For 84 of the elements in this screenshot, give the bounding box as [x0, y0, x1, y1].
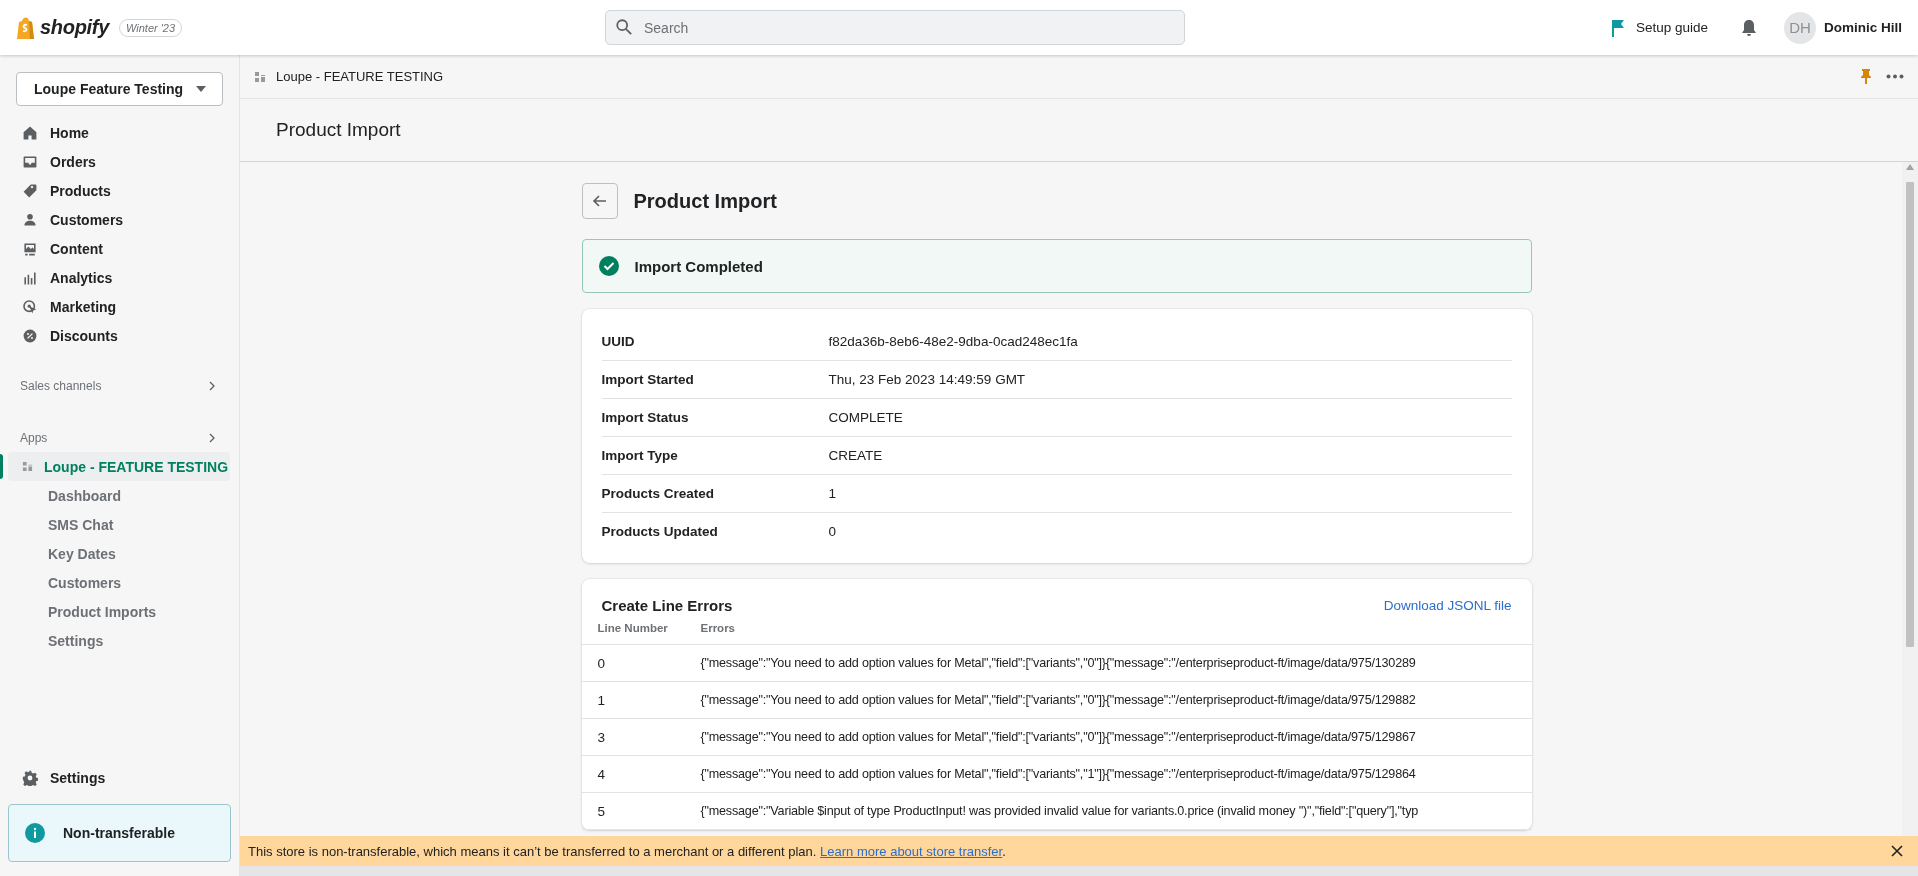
app-subnav-item[interactable]: SMS Chat: [0, 510, 239, 539]
back-arrow-icon: [591, 193, 608, 209]
nav-item[interactable]: Customers: [0, 205, 239, 234]
error-message: {"message":"You need to add option values for Metal","field":["variants","1"]}{"message":"/enterpriseproduct-ft/image/data/975/129864: [700, 767, 1416, 781]
nav-item[interactable]: Marketing: [0, 292, 239, 321]
line-number: 4: [597, 766, 606, 782]
detail-label: Products Created: [601, 486, 716, 501]
nav-item[interactable]: Orders: [0, 147, 239, 176]
bar-chart-icon: [22, 269, 38, 286]
detail-value: f82da36b-8eb6-48e2-9dba-0cad248ec1fa: [828, 334, 1078, 349]
detail-label: Import Type: [601, 448, 679, 463]
line-number: 5: [597, 803, 606, 819]
nav-item[interactable]: Content: [0, 234, 239, 263]
detail-value: 1: [828, 486, 836, 501]
caret-icon: [196, 86, 206, 92]
nav-item[interactable]: Analytics: [0, 263, 239, 292]
error-message: {"message":"You need to add option values for Metal","field":["variants","0"]}{"message":"/enterpriseproduct-ft/image/data/975/129882: [700, 693, 1416, 707]
detail-label: Import Status: [601, 410, 690, 425]
detail-value: CREATE: [828, 448, 883, 463]
notification-bell-icon[interactable]: [1740, 18, 1758, 37]
horizontal-scrollbar[interactable]: [240, 866, 1918, 876]
column-header: Errors: [700, 622, 736, 634]
success-banner: Import Completed: [581, 239, 1532, 293]
target-icon: [22, 298, 38, 315]
app-subnav-item[interactable]: Key Dates: [0, 539, 239, 568]
nav-item[interactable]: Products: [0, 176, 239, 205]
pin-icon[interactable]: [1860, 69, 1872, 84]
home-icon: [22, 124, 38, 141]
shopping-bag-icon: [16, 15, 36, 40]
nav-item[interactable]: Discounts: [0, 321, 239, 350]
info-icon: [25, 823, 45, 843]
brand-name: shopify: [40, 16, 109, 39]
app-title: Loupe - FEATURE TESTING: [276, 69, 444, 84]
sales-channels-heading[interactable]: Sales channels: [20, 378, 102, 393]
settings-nav-item[interactable]: Settings: [0, 763, 239, 792]
store-selector[interactable]: Loupe Feature Testing: [16, 72, 223, 106]
line-number: 0: [597, 655, 606, 671]
download-link[interactable]: Download JSONL file: [1383, 598, 1512, 613]
store-transfer-link[interactable]: Learn more about store transfer: [820, 843, 1003, 859]
line-number: 1: [597, 692, 606, 708]
notice-text: This store is non-transferable, which means it can’t be transferred to a merchant or a different plan. Learn more about store transfer.: [248, 843, 1006, 859]
detail-label: Import Started: [601, 372, 695, 387]
check-circle-icon: [598, 256, 619, 276]
detail-value: Thu, 23 Feb 2023 14:49:59 GMT: [828, 372, 1026, 387]
error-message: {"message":"You need to add option values for Metal","field":["variants","0"]}{"message":"/enterpriseproduct-ft/image/data/975/130289: [700, 656, 1416, 670]
detail-value: COMPLETE: [828, 410, 903, 425]
app-subnav-item[interactable]: Dashboard: [0, 481, 239, 510]
tag-icon: [22, 182, 38, 199]
close-icon[interactable]: [1890, 844, 1904, 858]
scrollbar[interactable]: [1902, 162, 1918, 836]
errors-title: Create Line Errors: [601, 597, 733, 614]
image-icon: [22, 240, 38, 257]
flag-icon: [1609, 18, 1626, 37]
error-message: {"message":"Variable $input of type ProductInput! was provided invalid value for variants.0.price (invalid money '')","field":["query"],"typ: [700, 804, 1419, 818]
chevron-right-icon: [207, 432, 217, 443]
app-subnav-item[interactable]: Product Imports: [0, 597, 239, 626]
user-name[interactable]: Dominic Hill: [1824, 20, 1902, 35]
column-header: Line Number: [597, 622, 669, 634]
non-transferable-notice[interactable]: Non-transferable: [8, 804, 231, 862]
error-message: {"message":"You need to add option values for Metal","field":["variants","0"]}{"message":"/enterpriseproduct-ft/image/data/975/129867: [700, 730, 1416, 744]
settings-icon: [22, 769, 38, 786]
detail-value: 0: [828, 524, 836, 539]
scroll-up-arrow-icon[interactable]: [1906, 164, 1914, 170]
app-nav-item[interactable]: Loupe - FEATURE TESTING: [8, 452, 231, 481]
chevron-right-icon: [207, 380, 217, 391]
back-button[interactable]: [581, 183, 618, 219]
apps-heading[interactable]: Apps: [20, 430, 48, 445]
page-title: Product Import: [276, 119, 401, 141]
person-icon: [22, 211, 38, 228]
search-field[interactable]: Search: [605, 10, 1185, 45]
line-number: 3: [597, 729, 606, 745]
page-heading: Product Import: [633, 189, 777, 213]
app-subnav-item[interactable]: Settings: [0, 626, 239, 655]
app-subnav-item[interactable]: Customers: [0, 568, 239, 597]
setup-guide-button[interactable]: Setup guide: [1609, 18, 1708, 37]
app-icon: [254, 70, 266, 83]
inbox-icon: [22, 153, 38, 170]
detail-label: UUID: [601, 334, 636, 349]
more-options-icon[interactable]: [1886, 74, 1904, 79]
selection-bar: [0, 454, 3, 479]
detail-label: Products Updated: [601, 524, 719, 539]
app-icon: [22, 461, 33, 472]
nav-item[interactable]: Home: [0, 118, 239, 147]
percent-badge-icon: [22, 327, 38, 344]
